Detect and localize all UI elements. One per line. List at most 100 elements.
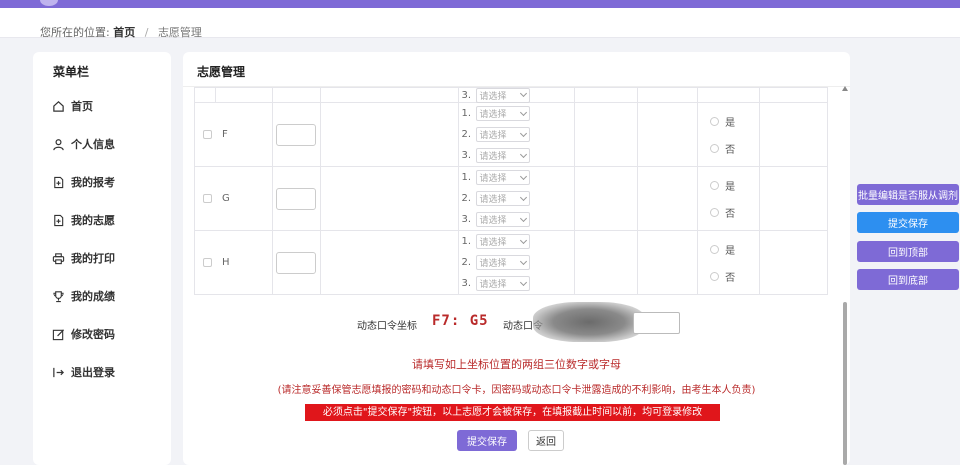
row-checkbox[interactable] [203, 257, 212, 267]
radio-yes[interactable]: 是 [710, 172, 759, 199]
major-select[interactable]: 请选择 [475, 212, 530, 227]
major-select[interactable]: 请选择 [475, 276, 530, 291]
sidebar-item-applications[interactable]: 我的报考 [51, 172, 115, 192]
page-title: 志愿管理 [197, 65, 246, 79]
sidebar-item-label: 修改密码 [71, 328, 115, 341]
chevron-down-icon [519, 150, 527, 158]
radio-yes[interactable]: 是 [710, 236, 759, 263]
document-plus-icon [51, 213, 65, 227]
college-code-input[interactable] [276, 187, 317, 210]
top-header-bar [0, 0, 960, 8]
option-number: 1. [461, 172, 472, 183]
major-select[interactable]: 请选择 [475, 234, 530, 249]
table-row: 3. 请选择 [194, 87, 828, 103]
document-plus-icon [51, 175, 65, 189]
sidebar-item-label: 个人信息 [71, 138, 115, 151]
printer-icon [51, 251, 65, 265]
user-icon [51, 137, 65, 151]
radio-yes[interactable]: 是 [710, 108, 759, 135]
radio-no[interactable]: 否 [710, 263, 759, 290]
back-to-top-button[interactable]: 回到顶部 [857, 241, 959, 262]
row-checkbox[interactable] [203, 193, 212, 203]
major-select[interactable]: 请选择 [475, 87, 530, 103]
chevron-down-icon [519, 236, 527, 244]
sidebar-item-preferences[interactable]: 我的志愿 [51, 210, 115, 230]
major-select[interactable]: 请选择 [475, 255, 530, 270]
radio-no[interactable]: 否 [710, 135, 759, 162]
sidebar-item-scores[interactable]: 我的成绩 [51, 286, 115, 306]
option-number: 3. [461, 278, 472, 289]
main-panel: 志愿管理 3. 请选择 F 1. 请选择 2. 请选择 3. 请选择 是 否 G… [183, 52, 850, 465]
sidebar-item-home[interactable]: 首页 [51, 96, 93, 116]
college-code-input[interactable] [276, 123, 317, 146]
hint-text: 请填写如上坐标位置的两组三位数字或字母 [412, 358, 621, 371]
row-letter: F [222, 128, 228, 140]
chevron-down-icon [519, 89, 527, 98]
side-submit-button[interactable]: 提交保存 [857, 212, 959, 233]
scroll-up-arrow-icon[interactable] [842, 86, 848, 91]
option-number: 2. [461, 257, 472, 268]
sidebar-item-label: 我的志愿 [71, 214, 115, 227]
row-letter: H [222, 256, 230, 268]
radio-circle-icon [710, 116, 720, 126]
trophy-icon [51, 289, 65, 303]
major-select[interactable]: 请选择 [475, 191, 530, 206]
major-select[interactable]: 请选择 [475, 106, 530, 121]
sidebar-item-logout[interactable]: 退出登录 [51, 362, 115, 382]
back-to-bottom-button[interactable]: 回到底部 [857, 269, 959, 290]
sidebar-item-label: 首页 [71, 100, 93, 113]
radio-circle-icon [710, 143, 720, 153]
table-row: G 1. 请选择 2. 请选择 3. 请选择 是 否 [194, 166, 828, 231]
otp-coord-value: F7: G5 [432, 313, 489, 329]
row-checkbox[interactable] [203, 129, 212, 139]
table-row: F 1. 请选择 2. 请选择 3. 请选择 是 否 [194, 102, 828, 167]
sidebar-item-change-password[interactable]: 修改密码 [51, 324, 115, 344]
option-number: 2. [461, 129, 472, 140]
radio-no[interactable]: 否 [710, 199, 759, 226]
option-number: 1. [461, 236, 472, 247]
scrollbar[interactable] [840, 80, 850, 465]
notice-banner: 必须点击"提交保存"按钮，以上志愿才会被保存，在填报截止时间以前，均可登录修改 [305, 404, 720, 421]
radio-circle-icon [710, 207, 720, 217]
chevron-down-icon [519, 172, 527, 180]
warning-text: (请注意妥善保管志愿填报的密码和动态口令卡，因密码或动态口令卡泄露造成的不利影响… [277, 385, 756, 396]
sidebar-item-print[interactable]: 我的打印 [51, 248, 115, 268]
option-number: 2. [461, 193, 472, 204]
preference-table: 3. 请选择 F 1. 请选择 2. 请选择 3. 请选择 是 否 G 1. 请… [194, 87, 828, 295]
row-letter: G [222, 192, 230, 204]
sidebar-item-label: 退出登录 [71, 366, 115, 379]
breadcrumb: 您所在的位置: 首页 / 志愿管理 [40, 24, 202, 40]
chevron-down-icon [519, 278, 527, 286]
otp-coord-label: 动态口令坐标 [357, 321, 417, 332]
batch-edit-adjust-button[interactable]: 批量编辑是否服从调剂 [857, 184, 959, 205]
option-number: 1. [461, 108, 472, 119]
sidebar-item-label: 我的成绩 [71, 290, 115, 303]
otp-section: 动态口令坐标 F7: G5 动态口令 [183, 302, 850, 342]
logout-icon [51, 365, 65, 379]
breadcrumb-current: 志愿管理 [157, 26, 202, 39]
breadcrumb-home-link[interactable]: 首页 [113, 26, 135, 39]
sidebar-item-label: 我的报考 [71, 176, 115, 189]
sidebar-menu: 菜单栏 首页 个人信息 我的报考 我的志愿 我的打印 我的成绩 修改密码 退出登… [33, 52, 171, 465]
chevron-down-icon [519, 193, 527, 201]
otp-code-input[interactable] [633, 312, 680, 334]
submit-button[interactable]: 提交保存 [457, 430, 517, 451]
major-select[interactable]: 请选择 [475, 148, 530, 163]
major-select[interactable]: 请选择 [475, 170, 530, 185]
redacted-smudge [533, 302, 645, 342]
option-number: 3. [461, 214, 472, 225]
scrollbar-thumb[interactable] [843, 302, 847, 465]
chevron-down-icon [519, 108, 527, 116]
college-code-input[interactable] [276, 251, 317, 274]
chevron-down-icon [519, 129, 527, 137]
breadcrumb-bar: 您所在的位置: 首页 / 志愿管理 [0, 8, 960, 40]
major-select[interactable]: 请选择 [475, 127, 530, 142]
sidebar-title: 菜单栏 [53, 65, 90, 79]
sidebar-item-profile[interactable]: 个人信息 [51, 134, 115, 154]
logo-icon [40, 0, 58, 6]
home-icon [51, 99, 65, 113]
chevron-down-icon [519, 257, 527, 265]
back-button[interactable]: 返回 [528, 430, 564, 451]
radio-circle-icon [710, 244, 720, 254]
option-number: 3. [461, 150, 472, 161]
